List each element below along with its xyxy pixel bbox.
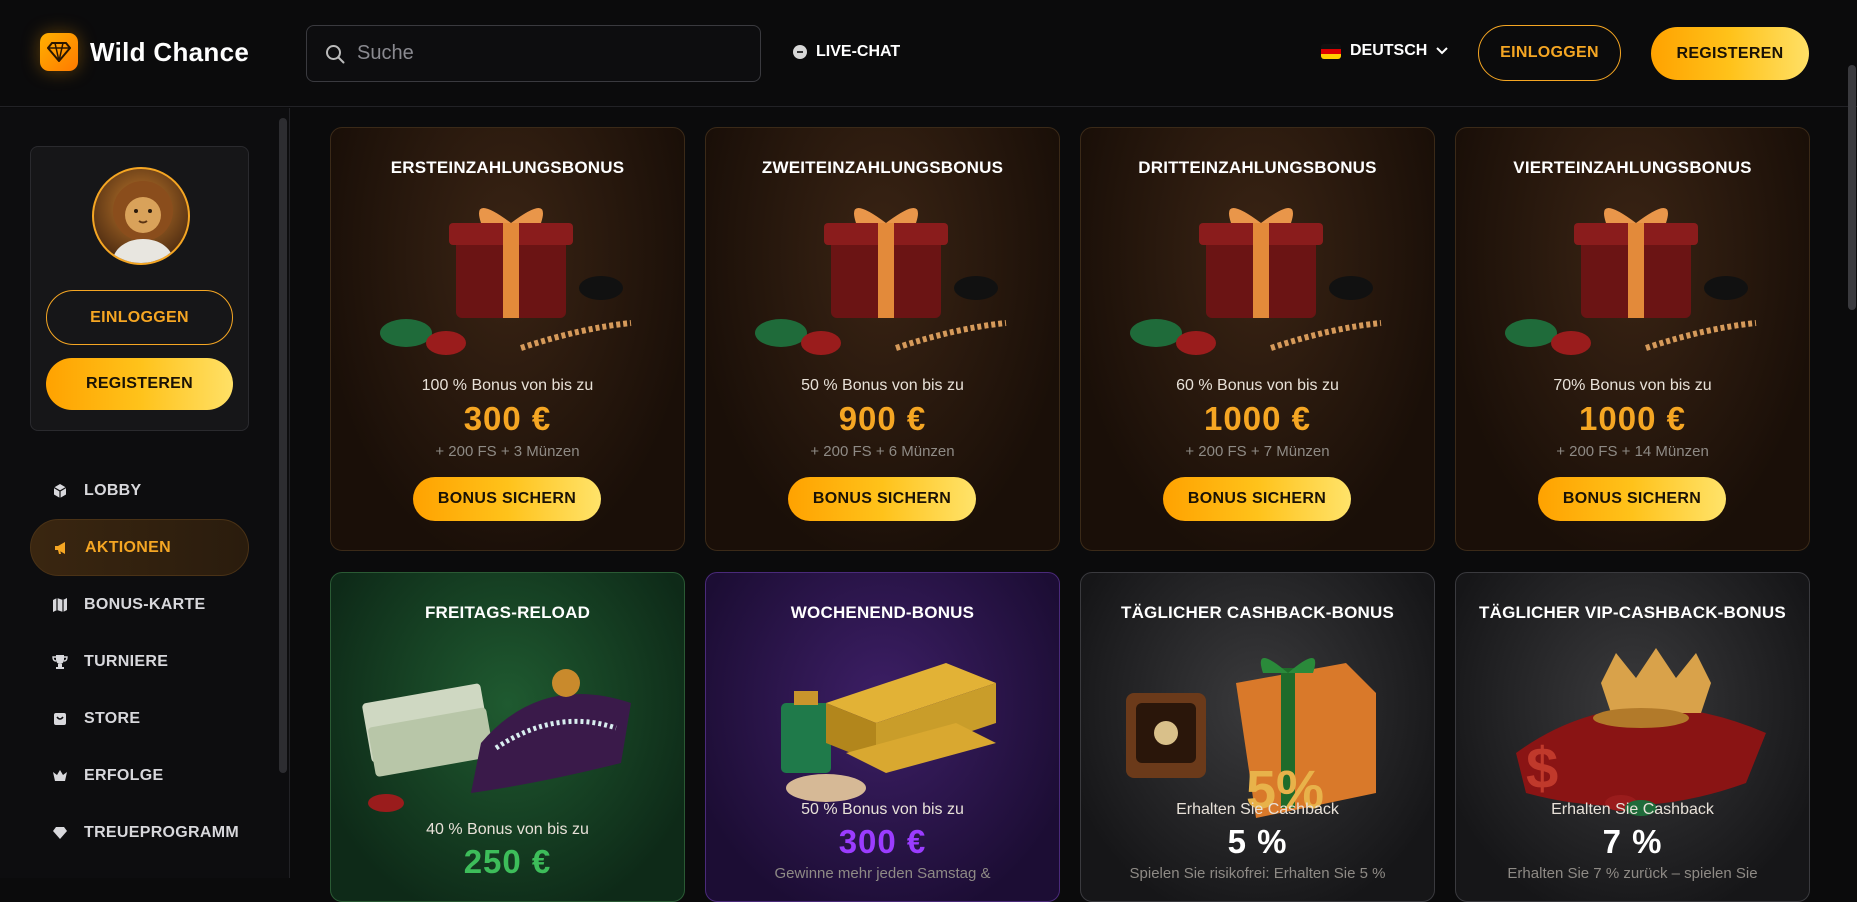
promo-title: TÄGLICHER CASHBACK-BONUS [1120, 603, 1394, 622]
bonus-card-2: ZWEITEINZAHLUNGSBONUS 50 % Bonus von bis… [705, 127, 1060, 551]
search-input[interactable] [357, 42, 737, 65]
diamond-icon [52, 825, 68, 841]
sidebar-item-label: TURNIERE [84, 652, 169, 670]
sidebar-item-turniere[interactable]: TURNIERE [30, 633, 249, 690]
bonus-subtitle: 100 % Bonus von bis zu [421, 377, 594, 394]
promo-subtitle: 40 % Bonus von bis zu [426, 821, 589, 838]
promo-card-friday: FREITAGS-RELOAD 40 % Bonus von bis zu 25… [330, 572, 685, 902]
sidebar-item-lobby[interactable]: LOBBY [30, 462, 249, 519]
bonus-card-1: ERSTEINZAHLUNGSBONUS 100 % Bonus von bis… [330, 127, 685, 551]
promo-card-vip-cashback: $ TÄGLICHER VIP-CASHBACK-BONUS Erhalten … [1455, 572, 1810, 902]
promo-card-cashback: 5% TÄGLICHER CASHBACK-BONUS Erhalten Sie… [1080, 572, 1435, 902]
header-register-button[interactable]: REGISTEREN [1651, 27, 1809, 80]
chevron-down-icon [1436, 47, 1449, 55]
bonus-extra: + 200 FS + 6 Münzen [810, 443, 955, 460]
bonus-subtitle: 60 % Bonus von bis zu [1176, 377, 1339, 394]
profile-card: EINLOGGEN REGISTEREN [30, 146, 249, 431]
crown-icon [52, 768, 68, 784]
bonus-claim-button[interactable]: BONUS SICHERN [1163, 477, 1351, 521]
promo-extra: Spielen Sie risikofrei: Erhalten Sie 5 % [1129, 865, 1386, 882]
header-login-button[interactable]: EINLOGGEN [1478, 25, 1621, 81]
promo-amount: 250 € [463, 843, 552, 880]
sidebar-item-bonus-karte[interactable]: BONUS-KARTE [30, 576, 249, 633]
language-label: DEUTSCH [1350, 42, 1428, 59]
sidebar: EINLOGGEN REGISTEREN LOBBY AKTIONEN BONU… [0, 108, 290, 878]
store-icon [52, 711, 68, 727]
promo-subtitle: 50 % Bonus von bis zu [801, 801, 964, 818]
bonus-extra: + 200 FS + 7 Münzen [1185, 443, 1330, 460]
sidebar-item-label: BONUS-KARTE [84, 595, 206, 613]
bonus-claim-button[interactable]: BONUS SICHERN [788, 477, 976, 521]
sidebar-item-erfolge[interactable]: ERFOLGE [30, 747, 249, 804]
search-box[interactable] [306, 25, 761, 82]
bonus-title: ERSTEINZAHLUNGSBONUS [390, 158, 625, 177]
bonus-subtitle: 70% Bonus von bis zu [1553, 377, 1712, 394]
sidebar-item-treueprogramm[interactable]: TREUEPROGRAMM [30, 804, 249, 861]
language-selector[interactable]: DEUTSCH [1321, 42, 1449, 60]
promo-title: TÄGLICHER VIP-CASHBACK-BONUS [1479, 603, 1786, 622]
cube-icon [52, 483, 68, 499]
sidebar-item-label: ERFOLGE [84, 766, 164, 784]
map-icon [52, 597, 68, 613]
sidebar-item-label: LOBBY [84, 481, 142, 499]
promo-amount: 5 % [1227, 823, 1288, 860]
megaphone-icon [53, 540, 69, 556]
trophy-icon [52, 654, 68, 670]
sidebar-login-button[interactable]: EINLOGGEN [46, 290, 233, 345]
bonus-extra: + 200 FS + 3 Münzen [435, 443, 580, 460]
promo-extra: Erhalten Sie 7 % zurück – spielen Sie [1507, 865, 1758, 882]
bonus-title: DRITTEINZAHLUNGSBONUS [1138, 158, 1377, 177]
sidebar-item-aktionen[interactable]: AKTIONEN [30, 519, 249, 576]
sidebar-register-button[interactable]: REGISTEREN [46, 358, 233, 410]
bonus-claim-button[interactable]: BONUS SICHERN [413, 477, 601, 521]
top-header: Wild Chance LIVE-CHAT DEUTSCH EINLOGGEN … [0, 0, 1857, 107]
lion-avatar [92, 167, 190, 265]
sidebar-scrollbar[interactable] [279, 118, 287, 773]
promo-title: WOCHENEND-BONUS [790, 603, 975, 622]
sidebar-item-store[interactable]: STORE [30, 690, 249, 747]
bonus-subtitle: 50 % Bonus von bis zu [801, 377, 964, 394]
bonus-card-4: VIERTEINZAHLUNGSBONUS 70% Bonus von bis … [1455, 127, 1810, 551]
bonus-amount: 1000 € [1579, 400, 1686, 437]
promo-subtitle: Erhalten Sie Cashback [1176, 801, 1339, 818]
main-scrollbar[interactable] [1848, 65, 1856, 310]
german-flag-icon [1321, 43, 1341, 59]
bonus-title: ZWEITEINZAHLUNGSBONUS [761, 158, 1004, 177]
bonus-amount: 1000 € [1204, 400, 1311, 437]
promo-subtitle: Erhalten Sie Cashback [1551, 801, 1714, 818]
bonus-amount: 300 € [463, 400, 552, 437]
promo-amount: 300 € [838, 823, 927, 860]
svg-text:$: $ [1526, 736, 1558, 801]
promo-amount: 7 % [1602, 823, 1663, 860]
promo-card-weekend: WOCHENEND-BONUS 50 % Bonus von bis zu 30… [705, 572, 1060, 902]
livechat-button[interactable]: LIVE-CHAT [792, 43, 900, 61]
diamond-logo-icon [40, 33, 78, 71]
search-icon [326, 44, 345, 63]
promo-extra: Gewinne mehr jeden Samstag & [774, 865, 991, 882]
brand-logo[interactable]: Wild Chance [40, 33, 249, 71]
brand-name: Wild Chance [90, 36, 250, 67]
bonus-claim-button[interactable]: BONUS SICHERN [1538, 477, 1726, 521]
bonus-title: VIERTEINZAHLUNGSBONUS [1513, 158, 1752, 177]
bonus-card-3: DRITTEINZAHLUNGSBONUS 60 % Bonus von bis… [1080, 127, 1435, 551]
sidebar-item-label: STORE [84, 709, 141, 727]
chat-bubble-icon [793, 45, 807, 59]
sidebar-item-label: AKTIONEN [85, 538, 171, 556]
bonus-amount: 900 € [838, 400, 927, 437]
sidebar-item-label: TREUEPROGRAMM [84, 823, 240, 841]
promo-title: FREITAGS-RELOAD [424, 603, 591, 622]
bonus-extra: + 200 FS + 14 Münzen [1556, 443, 1709, 460]
livechat-label: LIVE-CHAT [816, 43, 901, 60]
